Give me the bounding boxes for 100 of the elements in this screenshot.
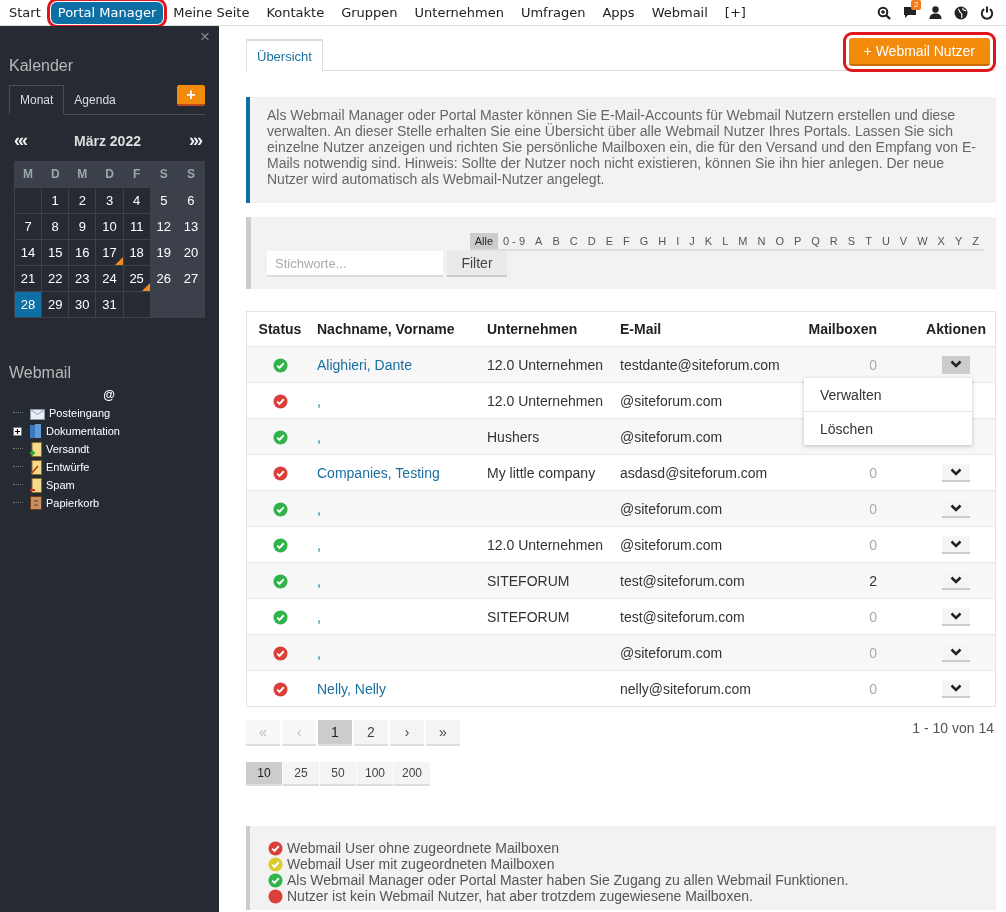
letter-filter[interactable]: K (699, 233, 718, 251)
letter-filter[interactable]: V (894, 233, 913, 251)
expand-icon[interactable] (13, 426, 22, 436)
calendar-day[interactable]: 1 (42, 188, 69, 213)
folder-item[interactable]: Entwürfe (46, 461, 90, 473)
nav-item[interactable]: Apps (595, 1, 642, 24)
nav-item[interactable]: Start (2, 1, 48, 24)
nav-item[interactable]: Portal Manager (50, 1, 164, 24)
letter-filter[interactable]: T (860, 233, 877, 251)
user-link[interactable]: Companies, Testing (317, 464, 440, 481)
nav-item[interactable]: Meine Seite (166, 1, 257, 24)
menu-item[interactable]: Verwalten (804, 378, 972, 412)
letter-filter[interactable]: Q (806, 233, 825, 251)
calendar-day[interactable]: 17 (96, 240, 123, 265)
user-link[interactable]: , (317, 608, 321, 625)
letter-filter[interactable]: B (547, 233, 565, 251)
calendar-day[interactable]: 23 (69, 266, 96, 291)
letter-filter[interactable]: G (634, 233, 654, 251)
nav-item[interactable]: [+] (717, 1, 753, 24)
calendar-day[interactable]: 29 (42, 292, 69, 317)
tab[interactable]: Übersicht (246, 39, 323, 72)
dropdown-button[interactable] (942, 356, 970, 374)
user-link[interactable]: , (317, 644, 321, 661)
user-icon[interactable] (929, 6, 942, 19)
letter-filter[interactable]: H (653, 233, 672, 251)
nav-item[interactable]: Umfragen (513, 1, 593, 24)
folder-item[interactable]: Papierkorb (46, 497, 100, 509)
next-month-button[interactable]: ›» (189, 130, 201, 151)
page-size-button[interactable]: 10 (246, 762, 282, 786)
calendar-day[interactable]: 24 (96, 266, 123, 291)
user-link[interactable]: , (317, 392, 321, 409)
dropdown-button[interactable] (942, 464, 970, 482)
filter-button[interactable]: Filter (447, 251, 507, 277)
letter-filter[interactable]: E (600, 233, 618, 251)
globe-icon[interactable] (954, 5, 968, 20)
calendar-day[interactable]: 14 (15, 240, 42, 265)
page-button[interactable]: » (426, 720, 460, 746)
search-field[interactable]: Stichworte... (267, 251, 443, 277)
dropdown-button[interactable] (942, 536, 970, 554)
calendar-day[interactable]: 18 (123, 240, 150, 265)
page-size-button[interactable]: 50 (320, 762, 356, 786)
folder-item[interactable]: Spam (46, 479, 75, 491)
folder-item[interactable]: Versandt (46, 443, 90, 455)
letter-filter[interactable]: J (684, 233, 700, 251)
calendar-day[interactable]: 2 (69, 188, 96, 213)
letter-filter[interactable]: C (564, 233, 583, 251)
letter-filter[interactable]: F (618, 233, 635, 251)
tree-root[interactable]: @ (13, 388, 205, 402)
letter-filter[interactable]: Z (967, 233, 984, 251)
nav-item[interactable]: Gruppen (334, 1, 405, 24)
calendar-tab[interactable]: Agenda (64, 86, 126, 114)
calendar-day[interactable]: 3 (96, 188, 123, 213)
letter-filter[interactable]: Alle (469, 233, 499, 251)
nav-item[interactable]: Unternehmen (407, 1, 511, 24)
close-button[interactable]: × (200, 26, 210, 48)
letter-filter[interactable]: X (932, 233, 950, 251)
user-link[interactable]: , (317, 500, 321, 517)
calendar-day[interactable]: 15 (42, 240, 69, 265)
folder-item[interactable]: Dokumentation (46, 425, 120, 437)
calendar-day[interactable]: 30 (69, 292, 96, 317)
letter-filter[interactable]: Y (949, 233, 968, 251)
letter-filter[interactable]: W (912, 233, 933, 251)
user-link[interactable]: , (317, 428, 321, 445)
page-size-button[interactable]: 100 (357, 762, 393, 786)
calendar-day[interactable]: 25 (123, 266, 150, 291)
letter-filter[interactable]: S (842, 233, 861, 251)
calendar-day[interactable]: 21 (15, 266, 42, 291)
page-button[interactable]: 2 (354, 720, 388, 746)
calendar-day[interactable]: 16 (69, 240, 96, 265)
page-size-button[interactable]: 200 (394, 762, 430, 786)
calendar-day[interactable]: 4 (123, 188, 150, 213)
calendar-day[interactable]: 10 (96, 214, 123, 239)
zoom-icon[interactable] (877, 5, 891, 20)
nav-item[interactable]: Kontakte (259, 1, 332, 24)
letter-filter[interactable]: O (770, 233, 789, 251)
calendar-tab[interactable]: Monat (9, 85, 65, 115)
user-link[interactable]: , (317, 572, 321, 589)
calendar-day[interactable]: 31 (96, 292, 123, 317)
nav-item[interactable]: Webmail (644, 1, 715, 24)
calendar-day[interactable]: 22 (42, 266, 69, 291)
power-icon[interactable] (980, 5, 994, 20)
letter-filter[interactable]: R (824, 233, 843, 251)
page-button[interactable]: 1 (318, 720, 352, 746)
calendar-day[interactable]: 9 (69, 214, 96, 239)
calendar-day[interactable]: 11 (123, 214, 150, 239)
calendar-day[interactable]: 28 (15, 292, 42, 317)
page-button[interactable]: › (390, 720, 424, 746)
letter-filter[interactable]: M (733, 233, 753, 251)
letter-filter[interactable]: U (876, 233, 895, 251)
letter-filter[interactable]: A (530, 233, 548, 251)
dropdown-button[interactable] (942, 608, 970, 626)
folder-item[interactable]: Posteingang (49, 407, 111, 419)
previous-month-button[interactable]: «‹ (14, 130, 26, 151)
calendar-day[interactable]: 7 (15, 214, 42, 239)
letter-filter[interactable]: P (788, 233, 807, 251)
letter-filter[interactable]: I (671, 233, 685, 251)
page-size-button[interactable]: 25 (283, 762, 319, 786)
user-link[interactable]: , (317, 536, 321, 553)
dropdown-button[interactable] (942, 680, 970, 698)
letter-filter[interactable]: N (752, 233, 771, 251)
